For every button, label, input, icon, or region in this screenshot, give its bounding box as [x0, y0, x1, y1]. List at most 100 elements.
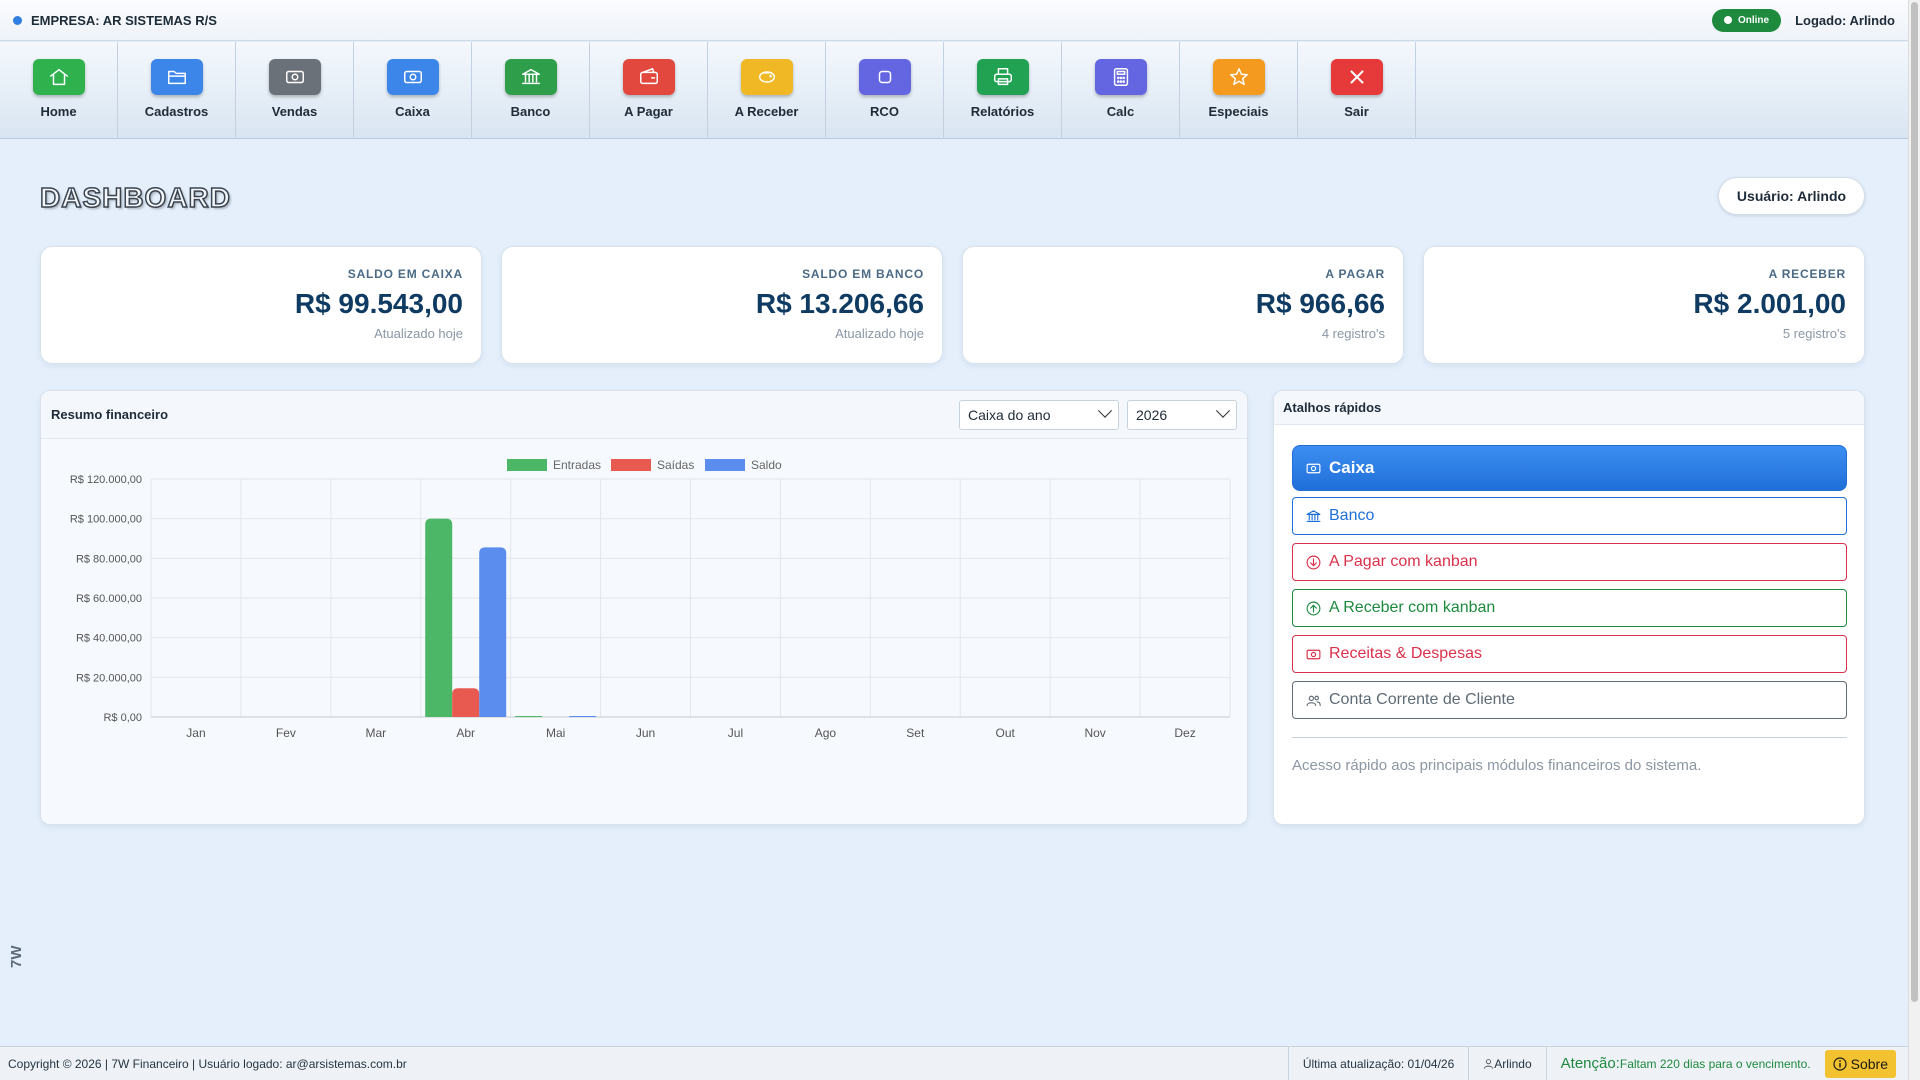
card-value: R$ 99.543,00: [294, 288, 463, 319]
legend-label: Saídas: [657, 458, 694, 472]
shortcuts-panel: Atalhos rápidos Acesso rápido aos princi…: [1273, 390, 1865, 825]
x-tick-label: Ago: [815, 726, 837, 740]
toolbar-vendas-button[interactable]: Vendas: [236, 42, 354, 139]
footer-user: Arlindo: [1468, 1046, 1545, 1080]
financial-bar-chart: Entradas Saídas Saldo R$ 0,00 R$ 20.000,00 R$…: [41, 439, 1247, 824]
toolbar-label: Sair: [1344, 104, 1369, 119]
home-icon: [32, 59, 85, 95]
toolbar-sair-button[interactable]: Sair: [1298, 42, 1416, 139]
toolbar-cadastros-button[interactable]: Cadastros: [118, 42, 236, 139]
shortcut-label: A Pagar com kanban: [1329, 553, 1478, 570]
toolbar-label: Caixa: [395, 104, 430, 119]
shortcuts-note: Acesso rápido aos principais módulos fin…: [1292, 757, 1702, 774]
toolbar-label: RCO: [870, 104, 899, 119]
legend-label: Entradas: [553, 458, 601, 472]
piggy-bank-icon: [740, 59, 793, 95]
scrollbar-thumb[interactable]: [1911, 2, 1918, 1002]
user-badge[interactable]: Usuário: Arlindo: [1718, 177, 1865, 215]
user-icon: [1484, 1059, 1494, 1069]
bank-icon: [504, 59, 557, 95]
toolbar-caixa-button[interactable]: Caixa: [354, 42, 472, 139]
online-status-label: Online: [1737, 14, 1770, 26]
star-icon: [1212, 59, 1265, 95]
chevron-down-icon: [1215, 403, 1231, 418]
toolbar-label: Calc: [1106, 104, 1135, 119]
toolbar-banco-button[interactable]: Banco: [472, 42, 590, 139]
card-title: SALDO EM BANCO: [802, 267, 924, 281]
toolbar-rco-button[interactable]: RCO: [826, 42, 944, 139]
bar-saldo-abr: [479, 547, 507, 717]
card-saldo-caixa[interactable]: SALDO EM CAIXA R$ 99.543,00 Atualizado h…: [40, 246, 482, 364]
info-icon: [1833, 1056, 1847, 1071]
x-tick-label: Jan: [186, 726, 205, 740]
card-a-receber[interactable]: A RECEBER R$ 2.001,00 5 registro's: [1423, 246, 1865, 364]
x-tick-label: Jun: [636, 726, 655, 740]
wallet-icon: [622, 59, 675, 95]
year-select[interactable]: 2026: [1127, 399, 1237, 430]
toolbar-label: Relatórios: [970, 104, 1035, 119]
top-bar: EMPRESA: AR SISTEMAS R/S Online Logado: …: [0, 0, 1908, 41]
about-button[interactable]: Sobre: [1824, 1049, 1896, 1078]
toolbar-label: Especiais: [1208, 104, 1269, 119]
period-type-value: Caixa do ano: [968, 406, 1051, 423]
financial-summary-panel: Resumo financeiro Caixa do ano 2026 Entr…: [40, 390, 1248, 825]
toolbar-label: A Receber: [734, 104, 799, 119]
y-tick-label: R$ 40.000,00: [76, 633, 142, 645]
shortcut-caixa-button[interactable]: Caixa: [1292, 445, 1847, 491]
shortcut-a-receber-com-kanban-button[interactable]: A Receber com kanban: [1292, 589, 1847, 627]
toolbar-label: Vendas: [271, 104, 318, 119]
status-dot-icon: [1723, 16, 1732, 24]
toolbar-label: Cadastros: [144, 104, 209, 119]
card-saldo-banco[interactable]: SALDO EM BANCO R$ 13.206,66 Atualizado h…: [501, 246, 943, 364]
footer-last-update: Última atualização: 01/04/26: [1287, 1046, 1468, 1080]
cash-icon: [386, 59, 439, 95]
y-tick-label: R$ 20.000,00: [76, 672, 142, 684]
x-tick-label: Mar: [365, 726, 386, 740]
calculator-icon: [1094, 59, 1147, 95]
x-tick-label: Nov: [1084, 726, 1105, 740]
x-tick-label: Fev: [276, 726, 296, 740]
shortcut-a-pagar-com-kanban-button[interactable]: A Pagar com kanban: [1292, 543, 1847, 581]
y-tick-label: R$ 80.000,00: [76, 553, 142, 565]
attention-text: Faltam 220 dias para o vencimento.: [1619, 1056, 1811, 1071]
shortcut-label: Receitas & Despesas: [1329, 645, 1482, 662]
online-status-badge: Online: [1711, 8, 1782, 32]
toolbar-relat-rios-button[interactable]: Relatórios: [944, 42, 1062, 139]
footer-user-name: Arlindo: [1494, 1056, 1532, 1071]
toolbar-especiais-button[interactable]: Especiais: [1180, 42, 1298, 139]
people-icon: [1305, 692, 1329, 709]
vertical-scrollbar[interactable]: [1908, 0, 1920, 1080]
about-label: Sobre: [1850, 1055, 1888, 1072]
shortcut-banco-button[interactable]: Banco: [1292, 497, 1847, 535]
toolbar-label: Banco: [510, 104, 551, 119]
shortcut-conta-corrente-de-cliente-button[interactable]: Conta Corrente de Cliente: [1292, 681, 1847, 719]
legend-swatch: [611, 459, 651, 471]
money-icon: [268, 59, 321, 95]
chart-background: [41, 439, 1247, 824]
period-type-select[interactable]: Caixa do ano: [959, 399, 1119, 430]
card-a-pagar[interactable]: A PAGAR R$ 966,66 4 registro's: [962, 246, 1404, 364]
bank-icon: [1305, 508, 1329, 525]
divider: [1292, 737, 1847, 738]
toolbar-home-button[interactable]: Home: [0, 42, 118, 139]
y-tick-label: R$ 100.000,00: [70, 514, 142, 526]
x-tick-label: Mai: [546, 726, 565, 740]
card-subtitle: 4 registro's: [1321, 326, 1385, 341]
chevron-down-icon: [1097, 403, 1113, 418]
card-value: R$ 2.001,00: [1693, 288, 1846, 319]
toolbar-a-pagar-button[interactable]: A Pagar: [590, 42, 708, 139]
card-title: A PAGAR: [1325, 267, 1385, 281]
y-tick-label: R$ 120.000,00: [70, 474, 142, 486]
shortcut-receitas-despesas-button[interactable]: Receitas & Despesas: [1292, 635, 1847, 673]
card-subtitle: Atualizado hoje: [374, 326, 463, 341]
shortcut-label: Conta Corrente de Cliente: [1329, 691, 1515, 708]
side-brand-logo: 7W: [8, 945, 25, 969]
arrow-up-circle-icon: [1305, 600, 1329, 617]
legend-swatch: [507, 459, 547, 471]
toolbar-calc-button[interactable]: Calc: [1062, 42, 1180, 139]
toolbar-a-receber-button[interactable]: A Receber: [708, 42, 826, 139]
printer-icon: [976, 59, 1029, 95]
toolbar-label: A Pagar: [624, 104, 673, 119]
attention-title: Atenção:: [1560, 1055, 1620, 1072]
card-title: SALDO EM CAIXA: [347, 267, 463, 281]
